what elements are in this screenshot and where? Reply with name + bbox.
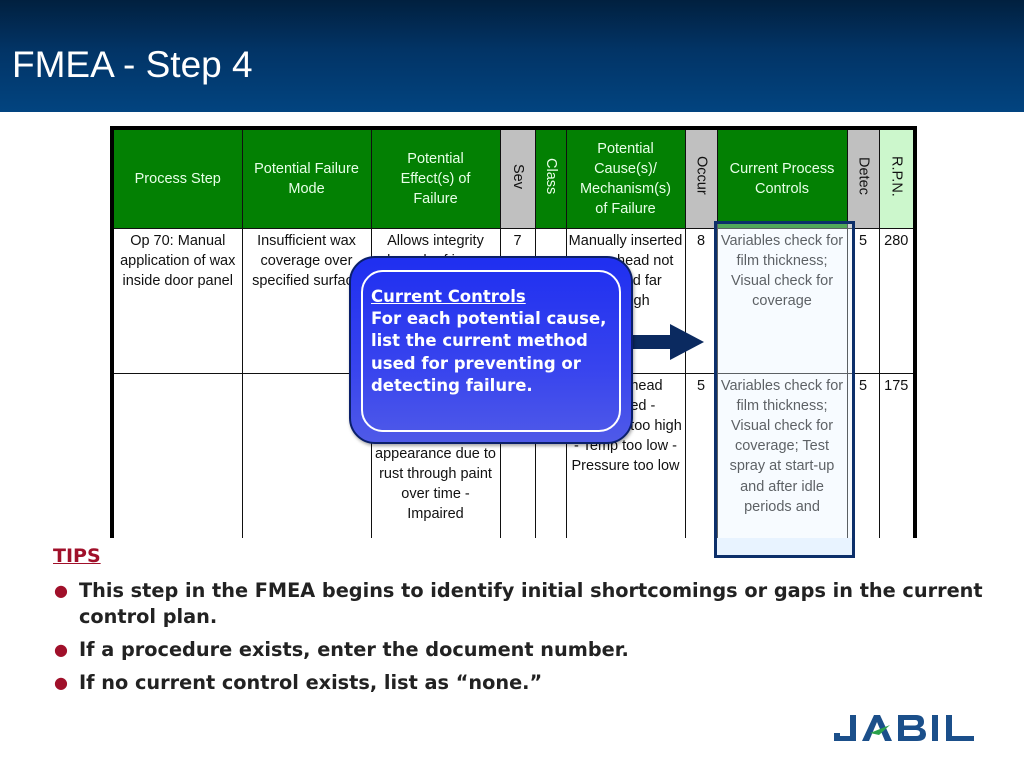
table-header-row: Process Step Potential Failure Mode Pote… bbox=[111, 127, 916, 229]
cell-detec: 5 bbox=[846, 372, 880, 538]
header-detec: Detec bbox=[846, 127, 880, 229]
cell-occur: 5 bbox=[684, 372, 718, 538]
cell-controls: Variables check for film thickness; Visu… bbox=[716, 372, 848, 538]
header-failure-mode: Potential Failure Mode bbox=[241, 127, 372, 229]
header-occur: Occur bbox=[684, 127, 718, 229]
slide-title: FMEA - Step 4 bbox=[12, 44, 253, 85]
header-process-step: Process Step bbox=[111, 127, 243, 229]
cell-rpn: 175 bbox=[878, 372, 916, 538]
header-controls: Current Process Controls bbox=[716, 127, 848, 229]
arrow-right-icon bbox=[670, 324, 704, 360]
bullet-icon: ● bbox=[54, 581, 68, 600]
controls-column-extension bbox=[717, 538, 852, 555]
callout-title: Current Controls bbox=[371, 287, 526, 306]
tip-item: ● This step in the FMEA begins to identif… bbox=[54, 579, 983, 628]
header-cause: Potential Cause(s)/ Mechanism(s) of Fail… bbox=[565, 127, 686, 229]
callout-body: For each potential cause, list the curre… bbox=[371, 309, 607, 395]
tips-heading: TIPS bbox=[53, 545, 101, 567]
cell-controls: Variables check for film thickness; Visu… bbox=[716, 227, 848, 374]
jabil-logo-mark bbox=[834, 715, 974, 741]
cell-detec: 5 bbox=[846, 227, 880, 374]
bullet-icon: ● bbox=[54, 673, 68, 692]
cell-process-step: Op 70: Manual application of wax inside … bbox=[111, 227, 243, 374]
header-rpn: R.P.N. bbox=[878, 127, 916, 229]
header-effects: Potential Effect(s) of Failure bbox=[370, 127, 501, 229]
cell-process-step bbox=[111, 372, 243, 538]
tip-item: ● If no current control exists, list as “… bbox=[54, 671, 543, 694]
tip-item: ● If a procedure exists, enter the docume… bbox=[54, 638, 629, 661]
slide-header: FMEA - Step 4 bbox=[0, 0, 1024, 112]
header-sev: Sev bbox=[499, 127, 536, 229]
header-class: Class bbox=[534, 127, 567, 229]
callout-text: Current Controls For each potential caus… bbox=[371, 286, 631, 397]
tips-list: ● This step in the FMEA begins to identif… bbox=[52, 578, 992, 703]
jabil-logo bbox=[832, 711, 977, 745]
cell-rpn: 280 bbox=[878, 227, 916, 374]
bullet-icon: ● bbox=[54, 640, 68, 659]
callout-box: Current Controls For each potential caus… bbox=[349, 256, 633, 444]
